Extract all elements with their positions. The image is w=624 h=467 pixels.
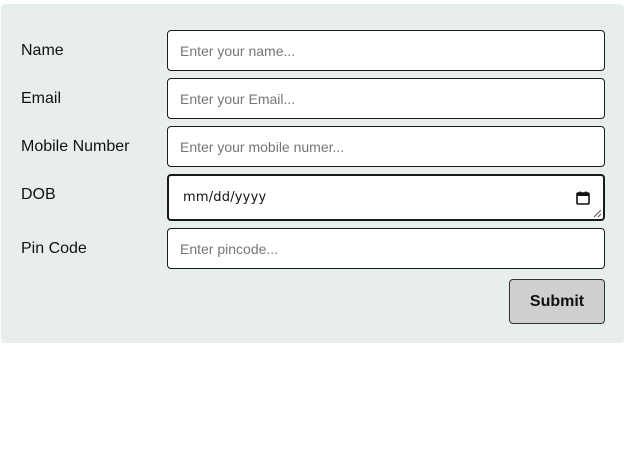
pin-code-label: Pin Code xyxy=(21,240,87,257)
submit-button[interactable]: Submit xyxy=(509,279,605,324)
registration-form: Name Email Mobile Number DOB mm/dd/yyyy xyxy=(1,4,624,343)
pin-code-input[interactable] xyxy=(167,228,605,269)
dob-label: DOB xyxy=(21,186,56,203)
resize-handle-icon[interactable] xyxy=(593,209,602,218)
email-input[interactable] xyxy=(167,78,605,119)
name-label: Name xyxy=(21,42,64,59)
dob-date-display: mm/dd/yyyy xyxy=(183,190,267,205)
mobile-number-input[interactable] xyxy=(167,126,605,167)
name-input[interactable] xyxy=(167,30,605,71)
mobile-number-label: Mobile Number xyxy=(21,138,130,155)
dob-date-input[interactable]: mm/dd/yyyy xyxy=(167,174,605,221)
calendar-icon[interactable] xyxy=(575,190,591,206)
email-label: Email xyxy=(21,90,62,107)
